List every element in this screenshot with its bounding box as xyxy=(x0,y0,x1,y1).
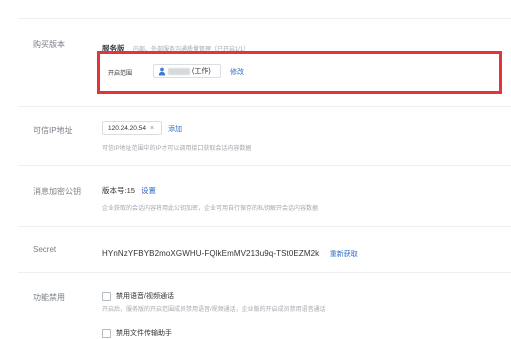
secret-line: HYnNzYFBYB2moXGWHU-FQlkEmMV213u9q-TSt0EZ… xyxy=(102,243,358,261)
remove-ip-icon[interactable]: × xyxy=(150,125,154,132)
refresh-secret-link[interactable]: 重新获取 xyxy=(330,251,358,258)
option-label: 禁用文件传输助手 xyxy=(116,330,172,337)
version-line: 版本号:15 设置 xyxy=(102,185,156,196)
divider-3 xyxy=(18,226,511,227)
secret-value: HYnNzYFBYB2moXGWHU-FQlkEmMV213u9q-TSt0EZ… xyxy=(102,249,320,258)
feature-disable-hint: 开启后，服务版的开启范围成员禁用语音/视频通话，企业版的开启成员禁用语音通话 xyxy=(102,307,326,313)
divider-2 xyxy=(18,165,511,166)
secret-label: Secret xyxy=(33,245,57,254)
ip-value: 120.24.20.54 xyxy=(108,124,146,132)
scope-label: 开启范围 xyxy=(108,71,133,77)
feature-disable-label: 功能禁用 xyxy=(33,293,65,302)
member-suffix: (工作) xyxy=(192,68,211,75)
divider-top xyxy=(18,18,511,19)
checkbox[interactable] xyxy=(102,328,111,338)
encryption-hint: 企业获取的会话内容将用此公钥加密，企业可用自行保存的私钥解开会话内容数据 xyxy=(102,206,319,212)
divider-1 xyxy=(18,106,511,107)
watermark: · · · · · xyxy=(9,53,33,76)
member-chip[interactable]: (工作) xyxy=(153,64,221,78)
edition-label: 购买版本 xyxy=(33,40,65,49)
member-name-redacted xyxy=(168,67,190,75)
option-label: 禁用语音/视频通话 xyxy=(116,293,174,300)
ip-chip: 120.24.20.54 × xyxy=(102,121,162,135)
trusted-ip-hint: 可信IP地址范围中的IP才可以调用接口获取会话内容数据 xyxy=(102,146,252,152)
checkbox[interactable] xyxy=(102,291,111,301)
option-disable-voice-video[interactable]: 禁用语音/视频通话 xyxy=(102,291,174,301)
trusted-ip-label: 可信IP地址 xyxy=(33,126,73,135)
edit-scope-link[interactable]: 修改 xyxy=(230,67,244,77)
version-number: 版本号:15 xyxy=(102,186,135,195)
option-disable-file-transfer[interactable]: 禁用文件传输助手 xyxy=(102,328,172,338)
add-ip-link[interactable]: 添加 xyxy=(168,124,182,134)
encryption-settings-link[interactable]: 设置 xyxy=(141,186,156,195)
encryption-label: 消息加密公钥 xyxy=(33,187,81,196)
person-icon xyxy=(158,67,166,75)
divider-4 xyxy=(18,272,511,273)
